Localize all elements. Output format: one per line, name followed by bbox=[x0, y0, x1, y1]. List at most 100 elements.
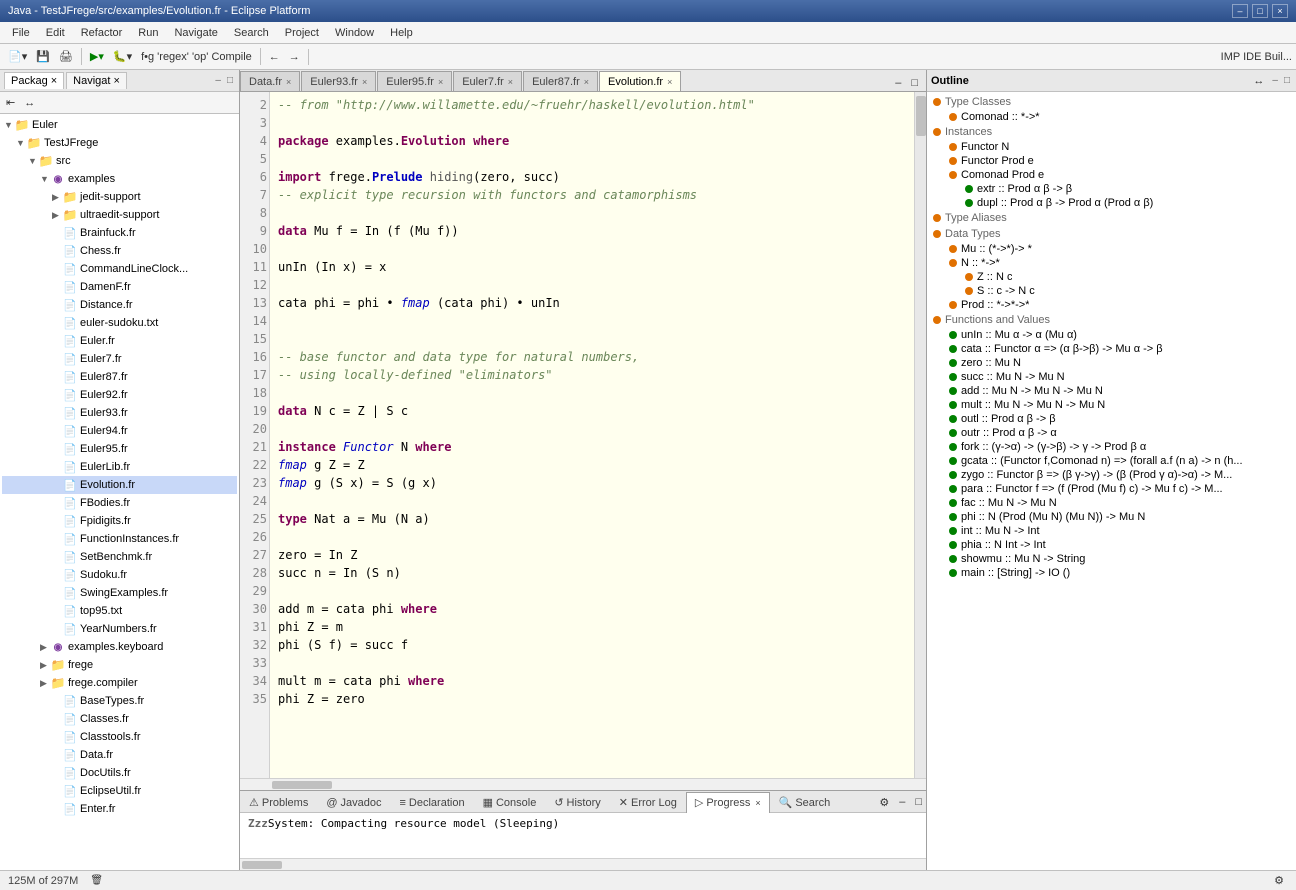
outline-item[interactable]: Functor Prod e bbox=[929, 154, 1294, 168]
toolbar-debug-button[interactable]: 🐛▾ bbox=[109, 48, 136, 65]
outline-item[interactable]: phi :: N (Prod (Mu N) (Mu N)) -> Mu N bbox=[929, 510, 1294, 524]
status-settings[interactable]: ⚙ bbox=[1270, 872, 1288, 889]
tree-item[interactable]: 📄Euler87.fr bbox=[2, 368, 237, 386]
editor-tab-euler7[interactable]: Euler7.fr × bbox=[453, 71, 522, 91]
bottom-tab-search[interactable]: 🔍 Search bbox=[770, 792, 840, 813]
menu-file[interactable]: File bbox=[4, 25, 38, 41]
outline-item[interactable]: int :: Mu N -> Int bbox=[929, 524, 1294, 538]
toolbar-forward-button[interactable]: → bbox=[285, 49, 304, 65]
tree-item[interactable]: 📄Fpidigits.fr bbox=[2, 512, 237, 530]
tree-item[interactable]: 📄Sudoku.fr bbox=[2, 566, 237, 584]
tree-item[interactable]: ▼📁src bbox=[2, 152, 237, 170]
close-icon[interactable]: × bbox=[667, 77, 672, 87]
minimize-panel-button[interactable]: – bbox=[213, 75, 223, 86]
link-editor-button[interactable]: ↔ bbox=[20, 95, 39, 111]
tree-item[interactable]: ▶◉examples.keyboard bbox=[2, 638, 237, 656]
code-content[interactable]: -- from "http://www.willamette.edu/~frue… bbox=[270, 92, 914, 778]
outline-item[interactable]: Functor N bbox=[929, 140, 1294, 154]
outline-item[interactable]: dupl :: Prod α β -> Prod α (Prod α β) bbox=[929, 196, 1294, 210]
close-button[interactable]: × bbox=[1272, 4, 1288, 18]
tab-navigator[interactable]: Navigat × bbox=[66, 72, 127, 89]
gc-button[interactable]: 🗑 bbox=[86, 873, 107, 888]
outline-item[interactable]: extr :: Prod α β -> β bbox=[929, 182, 1294, 196]
tree-item[interactable]: 📄FunctionInstances.fr bbox=[2, 530, 237, 548]
tree-item[interactable]: 📄CommandLineClock... bbox=[2, 260, 237, 278]
tree-item[interactable]: ▶📁ultraedit-support bbox=[2, 206, 237, 224]
outline-item[interactable]: zero :: Mu N bbox=[929, 356, 1294, 370]
close-icon[interactable]: × bbox=[286, 77, 291, 87]
menu-search[interactable]: Search bbox=[226, 25, 277, 41]
outline-item[interactable]: Comonad Prod e bbox=[929, 168, 1294, 182]
collapse-all-button[interactable]: ⇤ bbox=[2, 94, 19, 111]
menu-refactor[interactable]: Refactor bbox=[73, 25, 131, 41]
outline-item[interactable]: zygo :: Functor β => (β γ->γ) -> (β (Pro… bbox=[929, 468, 1294, 482]
left-panel-content[interactable]: ▼📁Euler▼📁TestJFrege▼📁src▼◉examples▶📁jedi… bbox=[0, 114, 239, 870]
bottom-tab-history[interactable]: ↺ History bbox=[545, 792, 609, 813]
menu-run[interactable]: Run bbox=[130, 25, 166, 41]
tree-item[interactable]: 📄YearNumbers.fr bbox=[2, 620, 237, 638]
outline-item[interactable]: fac :: Mu N -> Mu N bbox=[929, 496, 1294, 510]
outline-item[interactable]: Mu :: (*->*)-> * bbox=[929, 242, 1294, 256]
menu-project[interactable]: Project bbox=[277, 25, 327, 41]
tree-item[interactable]: 📄Classtools.fr bbox=[2, 728, 237, 746]
tree-item[interactable]: ▼◉examples bbox=[2, 170, 237, 188]
outline-item[interactable]: outr :: Prod α β -> α bbox=[929, 426, 1294, 440]
tree-item[interactable]: 📄Euler7.fr bbox=[2, 350, 237, 368]
tab-package-explorer[interactable]: Packag × bbox=[4, 72, 64, 89]
outline-item[interactable]: succ :: Mu N -> Mu N bbox=[929, 370, 1294, 384]
bottom-scrollbar[interactable] bbox=[240, 858, 926, 870]
outline-item[interactable]: Z :: N c bbox=[929, 270, 1294, 284]
maximize-panel-button[interactable]: □ bbox=[225, 75, 235, 86]
outline-sync-button[interactable]: ↔ bbox=[1249, 73, 1268, 89]
tree-item[interactable]: 📄Chess.fr bbox=[2, 242, 237, 260]
outline-item[interactable]: para :: Functor f => (f (Prod (Mu f) c) … bbox=[929, 482, 1294, 496]
outline-minimize-button[interactable]: – bbox=[1270, 75, 1280, 86]
tree-item[interactable]: 📄SetBenchmk.fr bbox=[2, 548, 237, 566]
outline-item[interactable]: outl :: Prod α β -> β bbox=[929, 412, 1294, 426]
editor-tab-evolution[interactable]: Evolution.fr × bbox=[599, 71, 681, 91]
tree-item[interactable]: 📄Data.fr bbox=[2, 746, 237, 764]
tree-item[interactable]: 📄Euler93.fr bbox=[2, 404, 237, 422]
menu-edit[interactable]: Edit bbox=[38, 25, 73, 41]
close-icon[interactable]: × bbox=[584, 77, 589, 87]
toolbar-print-button[interactable]: 🖨 bbox=[55, 48, 77, 65]
tree-item[interactable]: 📄SwingExamples.fr bbox=[2, 584, 237, 602]
tree-item[interactable]: 📄Euler.fr bbox=[2, 332, 237, 350]
tree-item[interactable]: 📄Enter.fr bbox=[2, 800, 237, 818]
close-icon[interactable]: × bbox=[508, 77, 513, 87]
editor-tab-data[interactable]: Data.fr × bbox=[240, 71, 300, 91]
tree-item[interactable]: 📄Classes.fr bbox=[2, 710, 237, 728]
outline-item[interactable]: add :: Mu N -> Mu N -> Mu N bbox=[929, 384, 1294, 398]
toolbar-save-button[interactable]: 💾 bbox=[32, 48, 54, 65]
editor-tab-euler93[interactable]: Euler93.fr × bbox=[301, 71, 376, 91]
bottom-tab-javadoc[interactable]: @ Javadoc bbox=[317, 792, 390, 813]
tree-item[interactable]: ▶📁frege bbox=[2, 656, 237, 674]
menu-navigate[interactable]: Navigate bbox=[166, 25, 225, 41]
maximize-button[interactable]: □ bbox=[1252, 4, 1268, 18]
bottom-tab-progress[interactable]: ▷ Progress × bbox=[686, 792, 770, 813]
minimize-button[interactable]: – bbox=[1232, 4, 1248, 18]
tree-item[interactable]: 📄EclipseUtil.fr bbox=[2, 782, 237, 800]
tree-item[interactable]: 📄Euler94.fr bbox=[2, 422, 237, 440]
outline-maximize-button[interactable]: □ bbox=[1282, 75, 1292, 86]
outline-item[interactable]: showmu :: Mu N -> String bbox=[929, 552, 1294, 566]
outline-item[interactable]: Comonad :: *->* bbox=[929, 110, 1294, 124]
bottom-tab-declaration[interactable]: ≡ Declaration bbox=[391, 792, 474, 813]
close-icon[interactable]: × bbox=[755, 798, 760, 808]
menu-help[interactable]: Help bbox=[382, 25, 421, 41]
outline-item[interactable]: phia :: N Int -> Int bbox=[929, 538, 1294, 552]
bottom-panel-minimize[interactable]: – bbox=[895, 794, 909, 811]
outline-item[interactable]: unIn :: Mu α -> α (Mu α) bbox=[929, 328, 1294, 342]
menu-window[interactable]: Window bbox=[327, 25, 382, 41]
editor-tab-euler87[interactable]: Euler87.fr × bbox=[523, 71, 598, 91]
tree-item[interactable]: 📄EulerLib.fr bbox=[2, 458, 237, 476]
tree-item[interactable]: 📄BaseTypes.fr bbox=[2, 692, 237, 710]
close-icon[interactable]: × bbox=[438, 77, 443, 87]
tree-item[interactable]: ▼📁TestJFrege bbox=[2, 134, 237, 152]
outline-item[interactable]: S :: c -> N c bbox=[929, 284, 1294, 298]
tree-item[interactable]: 📄Euler92.fr bbox=[2, 386, 237, 404]
outline-item[interactable]: N :: *->* bbox=[929, 256, 1294, 270]
editor-tab-euler95[interactable]: Euler95.fr × bbox=[377, 71, 452, 91]
close-icon[interactable]: × bbox=[362, 77, 367, 87]
tree-item[interactable]: 📄Evolution.fr bbox=[2, 476, 237, 494]
